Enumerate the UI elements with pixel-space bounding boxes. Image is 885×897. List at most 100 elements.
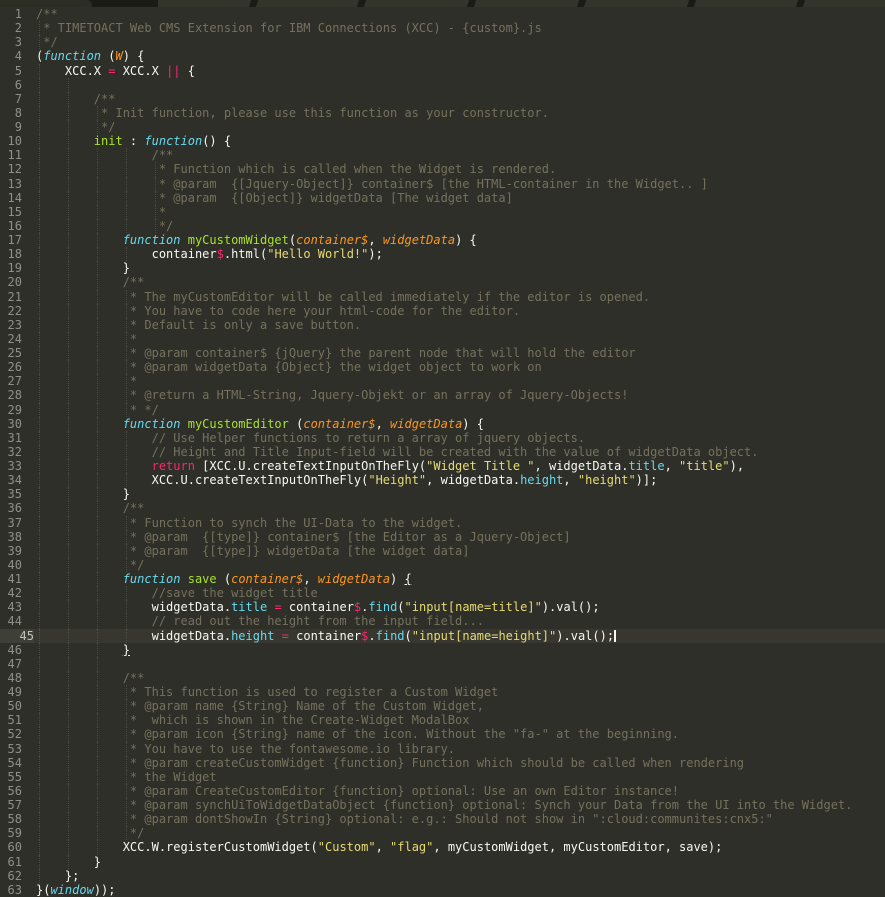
code-line[interactable]: 29 * */ bbox=[0, 402, 885, 417]
code-token: } bbox=[36, 854, 102, 869]
code-line-text: * @param name {String} Name of the Custo… bbox=[36, 699, 484, 713]
code-line[interactable]: 40 */ bbox=[0, 557, 885, 572]
code-line[interactable]: 22 * You have to code here your html-cod… bbox=[0, 303, 885, 318]
line-number: 6 bbox=[14, 77, 22, 92]
code-line-text: XCC.W.registerCustomWidget("Custom", "fl… bbox=[36, 840, 723, 854]
code-line[interactable]: 2 * TIMETOACT Web CMS Extension for IBM … bbox=[0, 21, 885, 36]
code-token: "input[name=height]" bbox=[411, 628, 557, 643]
code-line-text: * Function to synch the UI-Data to the w… bbox=[36, 516, 462, 530]
code-line[interactable]: 23 * Default is only a save button. bbox=[0, 317, 885, 332]
code-token: function bbox=[122, 233, 181, 247]
code-line[interactable]: 24 * bbox=[0, 331, 885, 346]
code-line[interactable]: 47 bbox=[0, 656, 885, 671]
code-line[interactable]: 18 container$.html("Hello World!"); bbox=[0, 247, 885, 262]
code-line[interactable]: 3 */ bbox=[0, 35, 885, 50]
code-line-text: // Height and Title Input-field will be … bbox=[36, 445, 759, 459]
code-line[interactable]: 60 XCC.W.registerCustomWidget("Custom", … bbox=[0, 840, 885, 855]
code-line[interactable]: 54 * @param createCustomWidget {function… bbox=[0, 755, 885, 770]
code-line-text: * @param icon {String} name of the icon.… bbox=[36, 727, 679, 741]
code-line[interactable]: 11 /** bbox=[0, 148, 885, 163]
code-line[interactable]: 33 return [XCC.U.createTextInputOnTheFly… bbox=[0, 459, 885, 474]
code-token: find bbox=[375, 628, 405, 643]
line-number: 27 bbox=[7, 374, 22, 389]
line-number: 9 bbox=[14, 120, 22, 134]
text-cursor bbox=[614, 629, 617, 642]
line-number: 25 bbox=[7, 346, 22, 360]
code-line[interactable]: 28 * @return a HTML-String, Jquery-Objek… bbox=[0, 388, 885, 403]
code-token: function bbox=[43, 49, 102, 64]
code-line[interactable]: 7 /** bbox=[0, 91, 885, 106]
code-token: function bbox=[122, 572, 181, 586]
code-line[interactable]: 61 } bbox=[0, 854, 885, 869]
code-area[interactable]: 1/** 2 * TIMETOACT Web CMS Extension for … bbox=[0, 7, 885, 897]
code-line[interactable]: 10 init : function() { bbox=[0, 134, 885, 149]
code-line[interactable]: 62 }; bbox=[0, 868, 885, 883]
code-line-text: * Init function, please use this functio… bbox=[36, 106, 549, 120]
code-line[interactable]: 6 bbox=[0, 77, 885, 92]
code-line[interactable]: 17 function myCustomWidget(container$, w… bbox=[0, 233, 885, 248]
code-line[interactable]: 44 // read out the height from the input… bbox=[0, 614, 885, 629]
code-line[interactable]: 58 * @param dontShowIn {String} optional… bbox=[0, 812, 885, 827]
code-line[interactable]: 59 */ bbox=[0, 826, 885, 841]
code-line-text: * @param createCustomWidget {function} F… bbox=[36, 756, 744, 770]
code-line[interactable]: 55 * the Widget bbox=[0, 769, 885, 784]
code-line[interactable]: 39 * @param {[type]} widgetData [the wid… bbox=[0, 543, 885, 558]
code-line[interactable]: 52 * @param icon {String} name of the ic… bbox=[0, 727, 885, 742]
code-token: "Height" bbox=[368, 473, 427, 488]
code-line-text: function save (container$, widgetData) { bbox=[36, 572, 412, 586]
code-token: widgetData bbox=[317, 572, 391, 586]
code-line[interactable]: 49 * This function is used to register a… bbox=[0, 685, 885, 700]
code-line[interactable]: 48 /** bbox=[0, 670, 885, 685]
code-line[interactable]: 26 * @param widgetData {Object} the widg… bbox=[0, 360, 885, 375]
code-line-text: function myCustomEditor (container$, wid… bbox=[36, 417, 484, 431]
line-number: 51 bbox=[7, 713, 22, 728]
code-line[interactable]: 56 * @param CreateCustomEditor {function… bbox=[0, 783, 885, 798]
code-line[interactable]: 50 * @param name {String} Name of the Cu… bbox=[0, 699, 885, 714]
code-line[interactable]: 30 function myCustomEditor (container$, … bbox=[0, 416, 885, 431]
code-line[interactable]: 38 * @param {[type]} container$ [the Edi… bbox=[0, 529, 885, 544]
code-line[interactable]: 27 * bbox=[0, 374, 885, 389]
code-token: */ bbox=[36, 826, 145, 841]
code-line[interactable]: 63}(window)); bbox=[0, 883, 885, 897]
code-line[interactable]: 15 * bbox=[0, 204, 885, 219]
code-token: }; bbox=[36, 868, 80, 883]
code-line-text: init : function() { bbox=[36, 134, 231, 148]
code-line[interactable]: 13 * @param {[Jquery-Object]} container$… bbox=[0, 176, 885, 191]
code-line[interactable]: 19 } bbox=[0, 261, 885, 276]
code-line[interactable]: 35 } bbox=[0, 487, 885, 502]
code-line[interactable]: 46 } bbox=[0, 642, 885, 657]
code-line[interactable]: 37 * Function to synch the UI-Data to th… bbox=[0, 515, 885, 530]
code-line[interactable]: 41 function save (container$, widgetData… bbox=[0, 572, 885, 587]
code-line[interactable]: 57 * @param synchUiToWidgetDataObject {f… bbox=[0, 798, 885, 813]
code-line[interactable]: 25 * @param container$ {jQuery} the pare… bbox=[0, 346, 885, 361]
line-number: 11 bbox=[7, 148, 22, 163]
code-line[interactable]: 32 // Height and Title Input-field will … bbox=[0, 444, 885, 459]
code-line[interactable]: 14 * @param {[Object]} widgetData [The w… bbox=[0, 190, 885, 205]
code-line[interactable]: 34 XCC.U.createTextInputOnTheFly("Height… bbox=[0, 473, 885, 488]
code-line[interactable]: 1 /** bbox=[0, 7, 885, 21]
code-line[interactable]: 36 /** bbox=[0, 501, 885, 516]
code-line[interactable]: 4 (function (W) { bbox=[0, 49, 885, 63]
line-number: 48 bbox=[7, 670, 22, 685]
code-line[interactable]: 31 // Use Helper functions to return a a… bbox=[0, 430, 885, 445]
code-line[interactable]: 45 widgetData.height = container$.find("… bbox=[0, 628, 885, 643]
code-line[interactable]: 21 * The myCustomEditor will be called i… bbox=[0, 289, 885, 304]
code-line[interactable]: 53 * You have to use the fontawesome.io … bbox=[0, 741, 885, 756]
code-line[interactable]: 5 XCC.X = XCC.X || { bbox=[0, 63, 885, 78]
code-line[interactable]: 43 widgetData.title = container$.find("i… bbox=[0, 600, 885, 615]
tab-partial-left[interactable] bbox=[0, 0, 92, 7]
code-line[interactable]: 51 * which is shown in the Create-Widget… bbox=[0, 713, 885, 728]
code-line[interactable]: 20 /** bbox=[0, 275, 885, 290]
code-line-text: * This function is used to register a Cu… bbox=[36, 685, 498, 699]
code-token: * TIMETOACT Web CMS Extension for IBM Co… bbox=[36, 21, 542, 36]
code-line[interactable]: 8 * Init function, please use this funct… bbox=[0, 105, 885, 120]
tab-partial-active[interactable] bbox=[158, 0, 885, 7]
line-number: 14 bbox=[7, 190, 22, 205]
code-line[interactable]: 9 */ bbox=[0, 120, 885, 135]
code-line[interactable]: 12 * Function which is called when the W… bbox=[0, 162, 885, 177]
code-token: , bbox=[368, 233, 383, 247]
code-line[interactable]: 16 */ bbox=[0, 218, 885, 233]
code-line[interactable]: 42 //save the widget title bbox=[0, 586, 885, 601]
